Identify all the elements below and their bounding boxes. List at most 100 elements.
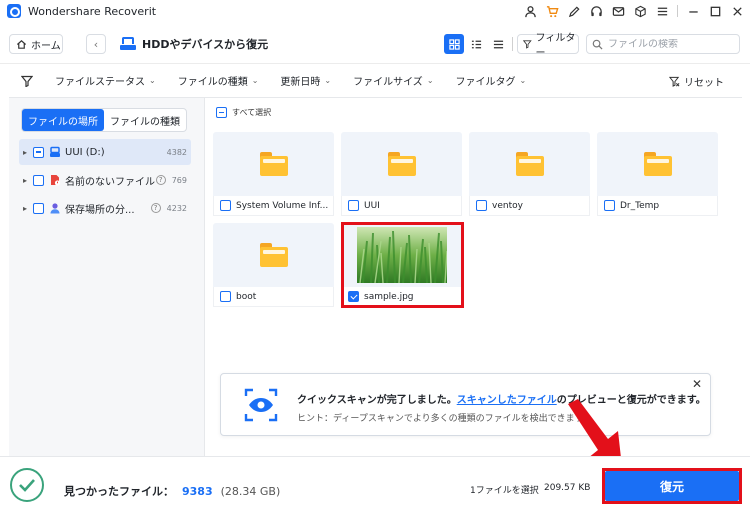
tree-item-unnamed-files[interactable]: ▸ 名前のないファイル ? 769 [19,167,191,193]
card-thumbnail [469,132,590,196]
file-card[interactable]: ventoy [469,132,590,216]
titlebar-divider [677,5,678,17]
pen-icon[interactable] [567,4,581,18]
tab-file-type[interactable]: ファイルの種類 [104,109,186,131]
close-icon[interactable]: ✕ [690,377,704,391]
box-icon[interactable] [633,4,647,18]
file-warning-icon [51,175,61,186]
reset-button[interactable]: リセット [669,74,724,89]
file-name: System Volume Inf... [236,200,329,211]
card-label: boot [213,287,334,307]
chevron-right-icon[interactable]: ▸ [19,204,31,213]
filter-file-size[interactable]: ファイルサイズ ⌄ [353,73,433,88]
card-checkbox[interactable] [476,200,487,211]
reset-label: リセット [684,78,724,89]
location-user-icon [50,203,60,214]
chevron-right-icon[interactable]: ▸ [19,176,31,185]
mail-icon[interactable] [611,4,625,18]
tree-checkbox[interactable] [33,146,44,158]
folder-icon [387,152,416,176]
folder-icon [643,152,672,176]
select-all[interactable]: すべて選択 [214,107,271,118]
filter-label: ファイルタグ [455,77,516,88]
filter-label: フィルター [535,33,576,59]
select-all-checkbox[interactable] [216,107,227,118]
chevron-right-icon[interactable]: ▸ [19,148,31,157]
card-checkbox[interactable] [220,200,231,211]
drive-icon [120,37,136,51]
scanned-files-link[interactable]: スキャンしたファイル [457,395,557,406]
search-icon [592,39,603,50]
filter-label: ファイルの種類 [177,77,248,88]
folder-icon [515,152,544,176]
card-checkbox[interactable] [220,291,231,302]
toast-title-prefix: クイックスキャンが完了しました。 [297,395,457,406]
recover-button[interactable]: 復元 [605,471,739,501]
grid-view-button[interactable] [444,34,464,54]
card-label: ventoy [469,196,590,216]
file-card[interactable]: Dr_Temp [597,132,718,216]
filter-modified-date[interactable]: 更新日時 ⌄ [280,73,331,88]
funnel-icon[interactable] [21,75,33,87]
tree-item-lost-location[interactable]: ▸ 保存場所の分... ? 4232 [19,195,191,221]
chevron-left-icon: ‹ [93,37,99,51]
file-name: ventoy [492,200,523,211]
back-button[interactable]: ‹ [86,34,106,54]
folder-icon [259,243,288,267]
tree-count: 4382 [166,147,187,157]
filter-file-tag[interactable]: ファイルタグ ⌄ [456,73,527,88]
found-size: (28.34 GB) [220,484,281,498]
search-box [586,34,740,54]
card-checkbox[interactable] [348,200,359,211]
selected-count: 1ファイルを選択 [470,486,539,496]
sidebar-tabs: ファイルの場所 ファイルの種類 [21,108,187,132]
card-label: UUI [341,196,462,216]
card-thumbnail [213,132,334,196]
menu-icon[interactable] [655,4,669,18]
tree-label: UUI (D:) [65,146,105,158]
filter-file-status[interactable]: ファイルステータス ⌄ [55,73,156,88]
maximize-icon[interactable] [708,4,722,18]
card-checkbox[interactable] [604,200,615,211]
tab-file-location[interactable]: ファイルの場所 [22,109,104,131]
toast-title: クイックスキャンが完了しました。スキャンしたファイルのプレビューと復元ができます… [297,391,706,406]
help-icon[interactable]: ? [150,203,161,213]
file-card[interactable]: boot [213,223,334,307]
grid-icon [448,38,460,50]
card-thumbnail [597,132,718,196]
home-button[interactable]: ホーム [9,34,63,54]
tree-checkbox[interactable] [33,174,44,186]
detail-view-button[interactable] [488,34,508,54]
filter-button[interactable]: フィルター [517,33,579,59]
app-title: Wondershare Recoverit [28,4,157,18]
tree-item-drive[interactable]: ▸ UUI (D:) 4382 [19,139,191,165]
list-icon [471,40,481,48]
filter-file-type[interactable]: ファイルの種類 ⌄ [178,73,259,88]
headset-icon[interactable] [589,4,603,18]
filter-label: ファイルステータス [55,77,145,88]
filter-label: ファイルサイズ [353,77,423,88]
select-all-label: すべて選択 [232,108,272,117]
tree-count: 4232 [166,203,187,213]
funnel-icon [523,40,532,49]
help-icon[interactable]: ? [155,175,166,185]
list-view-button[interactable] [466,34,486,54]
file-card[interactable]: System Volume Inf... [213,132,334,216]
tree-count: 769 [171,175,187,185]
tree-checkbox[interactable] [33,202,44,214]
home-icon [16,39,27,49]
file-name: UUI [364,200,380,211]
cart-icon[interactable] [545,4,559,18]
minimize-icon[interactable] [686,4,700,18]
chevron-down-icon: ⌄ [324,76,332,85]
view-switcher [444,34,508,54]
toolbar: ホーム ‹ HDDやデバイスから復元 フィルター [0,22,750,64]
highlight-frame [341,222,464,308]
user-icon[interactable] [523,4,537,18]
card-thumbnail [341,132,462,196]
file-card[interactable]: UUI [341,132,462,216]
search-input[interactable] [608,38,728,50]
lines-icon [493,40,503,48]
folder-icon [259,152,288,176]
close-icon[interactable] [730,4,744,18]
